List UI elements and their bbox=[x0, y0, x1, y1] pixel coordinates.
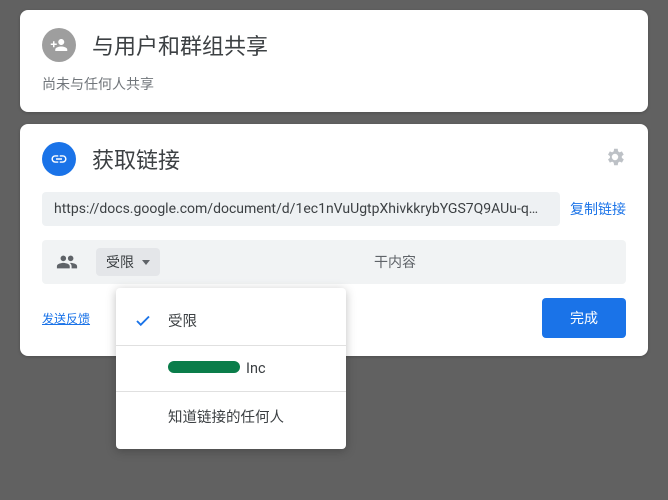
chevron-down-icon bbox=[142, 260, 150, 265]
link-card-header: 获取链接 bbox=[42, 142, 626, 176]
link-title: 获取链接 bbox=[92, 143, 180, 175]
link-url-box[interactable]: https://docs.google.com/document/d/1ec1n… bbox=[42, 192, 560, 226]
copy-link-button[interactable]: 复制链接 bbox=[570, 199, 626, 219]
access-dropdown-menu: 受限 Inc 知道链接的任何人 bbox=[116, 288, 346, 449]
feedback-link[interactable]: 发送反馈 bbox=[42, 310, 90, 327]
done-button[interactable]: 完成 bbox=[542, 298, 626, 338]
link-icon bbox=[42, 142, 76, 176]
dropdown-item-label: Inc bbox=[246, 360, 266, 377]
access-dropdown-label: 受限 bbox=[106, 252, 134, 272]
people-icon bbox=[52, 247, 82, 277]
redacted-org-name bbox=[168, 361, 240, 373]
share-title[interactable]: 与用户和群组共享 bbox=[92, 29, 268, 61]
dropdown-item-label: 受限 bbox=[168, 310, 197, 331]
share-people-card: 与用户和群组共享 尚未与任何人共享 bbox=[20, 10, 648, 112]
share-subtitle: 尚未与任何人共享 bbox=[42, 74, 626, 94]
dropdown-item-restricted[interactable]: 受限 bbox=[116, 296, 346, 345]
check-icon bbox=[134, 312, 152, 330]
dropdown-item-label: 知道链接的任何人 bbox=[168, 406, 284, 427]
link-row: https://docs.google.com/document/d/1ec1n… bbox=[42, 192, 626, 226]
dropdown-item-org[interactable]: Inc bbox=[116, 346, 346, 391]
person-add-icon bbox=[42, 28, 76, 62]
gear-icon[interactable] bbox=[604, 146, 626, 172]
access-row: 受限 干内容 bbox=[42, 240, 626, 284]
share-header-row: 与用户和群组共享 bbox=[42, 28, 626, 62]
access-dropdown-trigger[interactable]: 受限 bbox=[96, 248, 160, 276]
dropdown-item-anyone[interactable]: 知道链接的任何人 bbox=[116, 392, 346, 441]
access-description: 干内容 bbox=[174, 252, 616, 272]
